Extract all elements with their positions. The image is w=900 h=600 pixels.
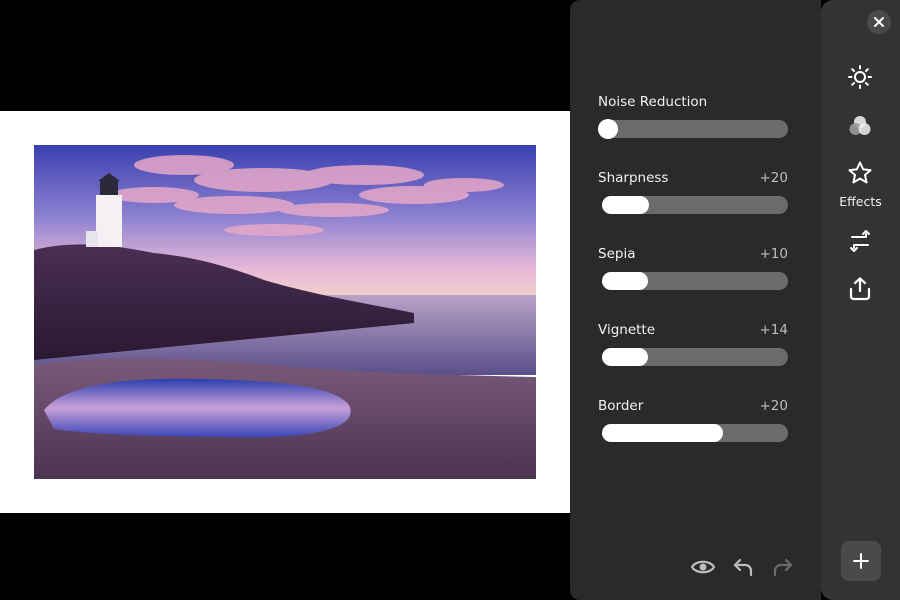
control-label: Border [598,398,644,414]
slider-track[interactable] [602,272,788,290]
slider-track[interactable] [602,348,788,366]
slider-track[interactable] [602,424,788,442]
control-label: Noise Reduction [598,94,708,110]
photo-preview[interactable] [34,145,536,479]
slider-fill [602,196,649,214]
control-value: +20 [759,170,789,186]
effects-tool-button[interactable] [845,158,875,188]
eye-icon [690,560,716,574]
undo-icon [733,558,753,577]
plus-icon [853,553,869,569]
slider-fill [602,424,723,442]
add-button[interactable] [841,541,881,581]
export-tool-button[interactable] [845,274,875,304]
color-circles-icon [849,116,871,135]
export-icon [849,277,871,301]
right-toolbar: Effects [821,0,900,600]
canvas-area [0,0,570,600]
bottom-tools [690,554,796,580]
control-label: Sepia [598,246,636,262]
control-value: +20 [759,398,789,414]
crop-tool-button[interactable] [845,226,875,256]
adjust-tool-button[interactable] [845,62,875,92]
star-icon [848,161,872,184]
slider-track[interactable] [598,119,788,139]
control-value: +14 [759,322,789,338]
slider-fill [602,348,648,366]
redo-icon [773,558,793,577]
close-button[interactable] [867,10,891,34]
slider-knob[interactable] [598,119,618,139]
control-label: Sharpness [598,170,669,186]
control-value: +10 [759,246,789,262]
redo-button[interactable] [770,554,796,580]
control-label: Vignette [598,322,656,338]
filters-tool-button[interactable] [845,111,875,141]
photo-border-frame [0,111,570,513]
crop-icon [850,230,870,252]
preview-toggle-button[interactable] [690,554,716,580]
slider-track[interactable] [602,196,788,214]
lighthouse-photo [34,145,536,479]
sun-icon [848,65,872,89]
close-icon [874,17,884,27]
adjustments-panel: Noise Reduction Sharpness +20 Sepia +10 … [570,0,821,600]
effects-label: Effects [839,194,882,209]
slider-fill [602,272,648,290]
undo-button[interactable] [730,554,756,580]
